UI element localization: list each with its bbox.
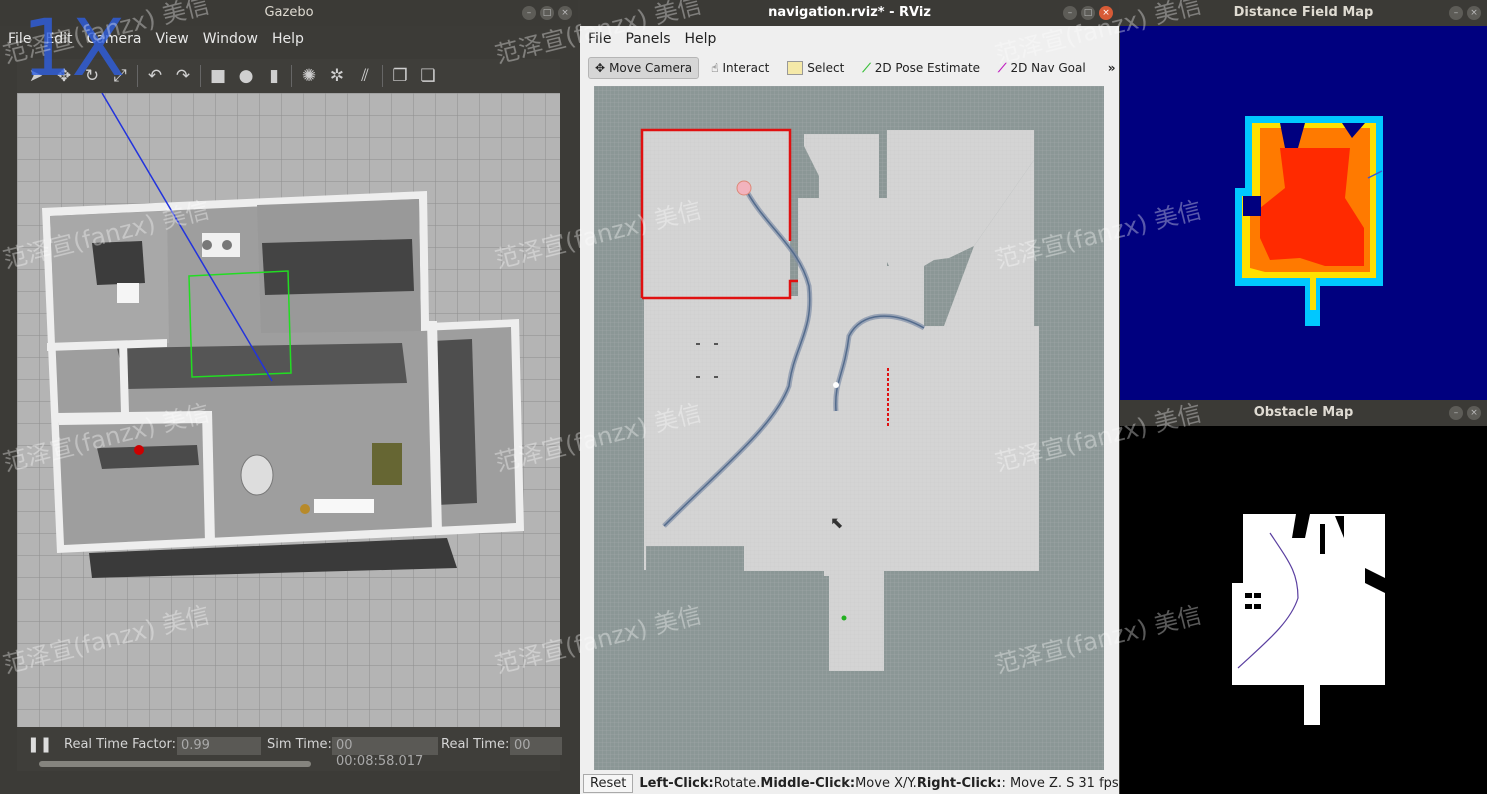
spot-light-icon[interactable]: ✲ bbox=[326, 65, 348, 87]
toolbar-separator bbox=[137, 65, 138, 87]
obstacle-map-view bbox=[1120, 428, 1487, 794]
right-click-hint: : Move Z. S bbox=[1001, 775, 1075, 791]
gazebo-window: Gazebo – □ × File Edit Camera View Windo… bbox=[0, 0, 578, 794]
close-icon[interactable]: × bbox=[558, 6, 572, 20]
redo-icon[interactable]: ↷ bbox=[172, 65, 194, 87]
maximize-icon[interactable]: □ bbox=[540, 6, 554, 20]
rviz-toolbar: ✥ Move Camera ☝ Interact Select ⟋ 2D Pos… bbox=[588, 53, 1119, 83]
rviz-status-bar: Reset Left-Click: Rotate. Middle-Click: … bbox=[580, 772, 1119, 794]
minimize-icon[interactable]: – bbox=[522, 6, 536, 20]
paste-icon[interactable]: ❏ bbox=[417, 65, 439, 87]
toolbar-separator bbox=[382, 65, 383, 87]
middle-click-hint: Move X/Y. bbox=[855, 775, 917, 791]
menu-help[interactable]: Help bbox=[272, 31, 304, 47]
rviz-window: navigation.rviz* - RViz – □ × File Panel… bbox=[580, 0, 1119, 794]
close-icon[interactable]: × bbox=[1467, 6, 1481, 20]
nav-goal-label: 2D Nav Goal bbox=[1010, 61, 1086, 75]
minimize-icon[interactable]: – bbox=[1063, 6, 1077, 20]
distance-field-map-title: Distance Field Map bbox=[1120, 0, 1487, 26]
point-light-icon[interactable]: ✺ bbox=[298, 65, 320, 87]
middle-click-key: Middle-Click: bbox=[760, 775, 856, 791]
nav-goal-tool[interactable]: ⟋ 2D Nav Goal bbox=[992, 58, 1092, 79]
obstacle-map-window: Obstacle Map – × bbox=[1120, 400, 1487, 794]
menu-file[interactable]: File bbox=[588, 31, 611, 47]
pose-estimate-label: 2D Pose Estimate bbox=[874, 61, 981, 75]
undo-icon[interactable]: ↶ bbox=[144, 65, 166, 87]
pose-estimate-tool[interactable]: ⟋ 2D Pose Estimate bbox=[856, 58, 986, 79]
green-arrow-icon: ⟋ bbox=[862, 60, 871, 75]
pause-icon[interactable]: ❚❚ bbox=[27, 735, 52, 753]
svg-text:⬉: ⬉ bbox=[830, 513, 843, 532]
rviz-window-buttons: – □ × bbox=[1063, 6, 1113, 20]
select-icon bbox=[787, 61, 804, 75]
toolbar-separator bbox=[291, 65, 292, 87]
select-tool[interactable]: Select bbox=[781, 58, 850, 78]
sim-time-label: Sim Time: bbox=[267, 737, 332, 752]
toolbar-separator bbox=[200, 65, 201, 87]
rviz-title: navigation.rviz* - RViz bbox=[580, 0, 1119, 26]
distance-field-image bbox=[1120, 28, 1487, 400]
magenta-arrow-icon: ⟋ bbox=[998, 60, 1007, 75]
right-click-key: Right-Click: bbox=[916, 775, 1002, 791]
left-click-key: Left-Click: bbox=[639, 775, 714, 791]
interact-tool[interactable]: ☝ Interact bbox=[705, 58, 775, 78]
cylinder-icon[interactable]: ▮ bbox=[263, 65, 285, 87]
horizontal-scrollbar[interactable] bbox=[39, 761, 311, 767]
copy-icon[interactable]: ❐ bbox=[389, 65, 411, 87]
hand-icon: ☝ bbox=[711, 61, 719, 75]
real-time-label: Real Time: bbox=[441, 737, 510, 752]
toolbar-overflow-button[interactable]: » bbox=[1108, 61, 1116, 75]
menu-help[interactable]: Help bbox=[685, 31, 717, 47]
left-click-hint: Rotate. bbox=[713, 775, 761, 791]
menu-panels[interactable]: Panels bbox=[625, 31, 670, 47]
gazebo-window-buttons: – □ × bbox=[522, 6, 572, 20]
fps-readout: 31 fps bbox=[1078, 775, 1119, 791]
move-camera-label: Move Camera bbox=[609, 61, 693, 75]
select-label: Select bbox=[807, 61, 845, 75]
minimize-icon[interactable]: – bbox=[1449, 406, 1463, 420]
real-time-factor-value: 0.99 bbox=[177, 737, 261, 755]
directional-light-icon[interactable]: ⫽ bbox=[354, 65, 376, 87]
box-icon[interactable]: ■ bbox=[207, 65, 229, 87]
move-camera-icon: ✥ bbox=[595, 61, 606, 75]
rviz-menubar: File Panels Help bbox=[580, 28, 1119, 50]
gazebo-3d-viewport[interactable] bbox=[17, 92, 560, 727]
real-time-value: 00 00:0 bbox=[510, 737, 562, 755]
maximize-icon[interactable]: □ bbox=[1081, 6, 1095, 20]
move-camera-tool[interactable]: ✥ Move Camera bbox=[588, 57, 700, 79]
sphere-icon[interactable]: ● bbox=[235, 65, 257, 87]
distance-field-map-view bbox=[1120, 28, 1487, 400]
obmap-window-buttons: – × bbox=[1449, 406, 1481, 420]
rviz-3d-view[interactable]: ⬉ bbox=[594, 86, 1104, 770]
gazebo-scene[interactable] bbox=[17, 92, 560, 727]
minimize-icon[interactable]: – bbox=[1449, 6, 1463, 20]
menu-view[interactable]: View bbox=[156, 31, 189, 47]
dfmap-window-buttons: – × bbox=[1449, 6, 1481, 20]
close-icon[interactable]: × bbox=[1099, 6, 1113, 20]
interact-label: Interact bbox=[722, 61, 770, 75]
real-time-factor-label: Real Time Factor: bbox=[64, 737, 177, 752]
gazebo-status-bar: ❚❚ Real Time Factor: 0.99 Sim Time: 00 0… bbox=[17, 727, 562, 771]
close-icon[interactable]: × bbox=[1467, 406, 1481, 420]
obstacle-image bbox=[1120, 428, 1487, 794]
obstacle-map-title: Obstacle Map bbox=[1120, 400, 1487, 426]
distance-field-map-window: Distance Field Map – × bbox=[1120, 0, 1487, 400]
reset-button[interactable]: Reset bbox=[583, 773, 634, 793]
menu-window[interactable]: Window bbox=[203, 31, 258, 47]
speed-indicator: 1X bbox=[22, 4, 126, 94]
occupancy-map[interactable]: ⬉ bbox=[594, 86, 1104, 770]
sim-time-value: 00 00:08:58.017 bbox=[332, 737, 438, 769]
